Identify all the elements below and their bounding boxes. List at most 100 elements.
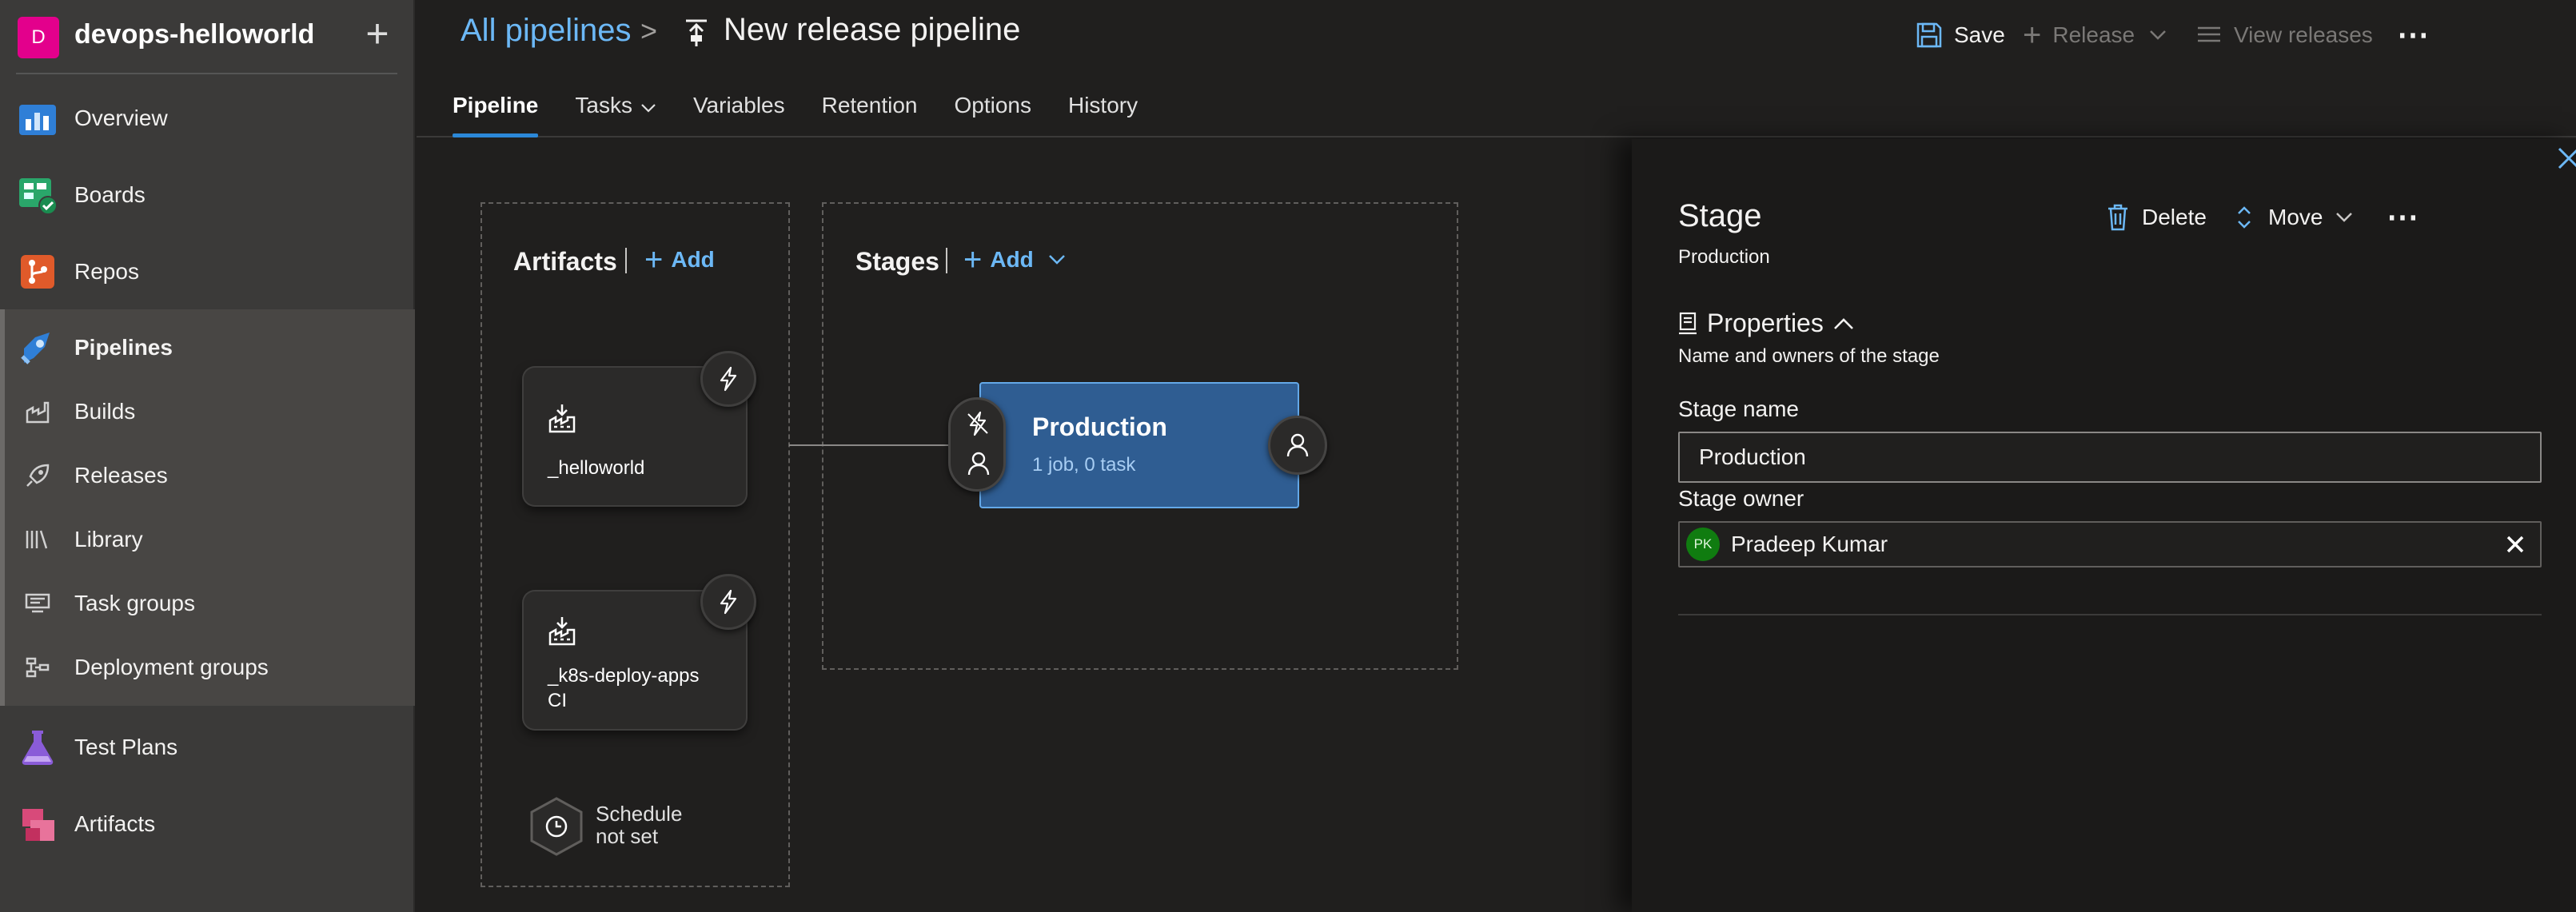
tab-history[interactable]: History [1068,88,1138,137]
chevron-up-icon [1833,317,1853,329]
panel-subtitle: Production [1678,246,1770,268]
pipelines-icon [21,333,50,364]
sidebar-item-overview[interactable]: Overview [0,80,415,157]
lightning-icon [720,366,737,392]
sidebar-item-label: Overview [74,106,168,130]
page-title: New release pipeline [724,12,1021,47]
approver-icon [1286,433,1309,457]
continuous-deployment-trigger[interactable] [700,351,756,407]
artifacts-title: Artifacts [513,247,617,276]
delete-label: Delete [2142,205,2207,229]
artifact-name: _k8s-deploy-apps [548,665,700,687]
stage-card-production[interactable]: Production 1 job, 0 task [979,382,1299,508]
repos-icon [21,255,54,289]
stage-owner-field[interactable]: PK Pradeep Kumar [1678,521,2542,568]
properties-section-toggle[interactable]: Properties [1678,309,1854,338]
more-actions-button[interactable]: ⋯ [2387,200,2418,235]
trash-icon [2108,204,2127,231]
tab-retention[interactable]: Retention [822,88,918,137]
breadcrumb-all-pipelines[interactable]: All pipelines [461,13,631,49]
library-icon [26,530,48,549]
view-releases-button[interactable]: View releases [2195,18,2373,53]
sidebar-item-label: Library [74,527,143,552]
breadcrumb-separator: > [640,14,658,47]
add-icon[interactable]: + [357,11,397,56]
tab-pipeline[interactable]: Pipeline [453,88,539,137]
org-avatar[interactable]: D [18,17,59,58]
divider [1678,614,2542,615]
boards-icon [19,178,58,215]
lightning-icon [720,589,737,615]
org-header: D devops-helloworld + [0,0,415,74]
avatar: PK [1686,528,1720,561]
save-icon [1916,22,1942,48]
continuous-deployment-trigger[interactable] [700,574,756,630]
sidebar-item-builds[interactable]: Builds [0,380,415,444]
plus-icon: + [963,242,983,277]
post-deployment-conditions[interactable] [1268,416,1327,475]
sidebar-item-test-plans[interactable]: Test Plans [0,709,415,786]
release-pipeline-icon [686,19,707,46]
tab-variables[interactable]: Variables [693,88,785,137]
list-icon [2198,26,2220,42]
save-label: Save [1954,22,2005,47]
build-artifact-icon [548,404,576,433]
sidebar-item-label: Deployment groups [74,655,269,679]
plus-icon: + [2023,18,2042,53]
sidebar-item-releases[interactable]: Releases [0,444,415,508]
divider [625,248,627,273]
sidebar-item-label: Repos [74,259,139,284]
builds-icon [26,401,50,424]
section-subtitle: Name and owners of the stage [1678,345,1940,367]
move-button[interactable]: Move [2236,201,2353,233]
build-artifact-icon [548,617,576,646]
sidebar-item-task-groups[interactable]: Task groups [0,571,415,635]
flask-icon [22,731,54,765]
trigger-icon [967,411,988,436]
stage-name-input[interactable]: Production [1678,432,2542,483]
panel-title: Stage [1678,198,1762,233]
sidebar-item-deployment-groups[interactable]: Deployment groups [0,635,415,699]
release-label: Release [2052,22,2135,47]
more-actions-button[interactable]: ⋯ [2397,18,2429,53]
sidebar-item-label: Boards [74,182,146,207]
schedule-button[interactable] [528,796,584,857]
deployment-groups-icon [26,657,50,678]
add-label: Add [671,247,715,272]
add-stage-button[interactable]: + Add [963,242,1066,277]
schedule-label[interactable]: Schedule not set [596,802,682,847]
org-name[interactable]: devops-helloworld [74,19,314,50]
artifacts-section [481,202,790,887]
stage-name-label: Stage name [1678,396,1799,421]
release-button[interactable]: + Release [2023,18,2167,53]
sidebar-item-artifacts[interactable]: Artifacts [0,786,415,862]
sidebar-item-pipelines[interactable]: Pipelines [0,309,415,386]
overview-icon [19,105,56,135]
close-icon[interactable] [2553,142,2576,174]
add-artifact-button[interactable]: + Add [644,244,715,276]
sidebar-item-repos[interactable]: Repos [0,233,415,310]
stage-summary[interactable]: 1 job, 0 task [1032,454,1135,476]
tab-options[interactable]: Options [954,88,1031,137]
tab-tasks[interactable]: Tasks [575,88,656,137]
chevron-down-icon [1048,255,1065,265]
sidebar-item-label: Test Plans [74,735,178,759]
sidebar-item-label: Builds [74,399,136,424]
connector-line [789,444,951,446]
task-groups-icon [25,593,50,613]
add-label: Add [990,247,1034,272]
header: All pipelines > New release pipeline Sav… [417,0,2576,137]
chevron-down-icon [2150,30,2166,40]
sidebar-item-boards[interactable]: Boards [0,157,415,233]
owner-name: Pradeep Kumar [1731,532,1888,556]
chevron-down-icon [2336,213,2353,222]
sidebar-item-library[interactable]: Library [0,508,415,571]
delete-button[interactable]: Delete [2107,201,2207,233]
remove-owner-icon[interactable] [2502,531,2529,558]
approver-icon [967,452,990,476]
pre-deployment-conditions[interactable] [948,397,1006,492]
sidebar-item-label: Task groups [74,591,195,615]
save-button[interactable]: Save [1916,18,2005,53]
artifacts-icon [22,809,54,841]
stage-details-panel: Stage Production Delete Move ⋯ Propertie… [1632,139,2576,912]
